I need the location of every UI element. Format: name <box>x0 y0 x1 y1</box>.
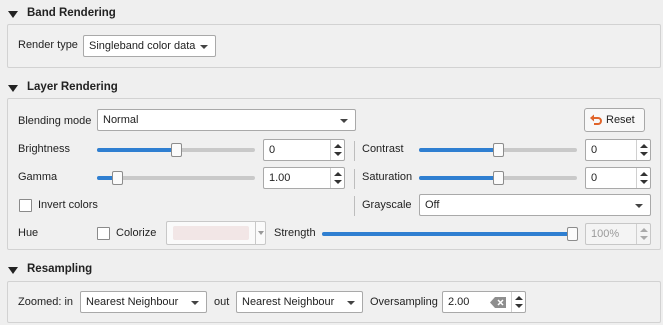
strength-value: 100% <box>591 228 620 240</box>
render-type-label: Render type <box>18 39 78 51</box>
hue-label: Hue <box>18 227 39 239</box>
chevron-down-icon <box>635 204 643 208</box>
saturation-slider[interactable] <box>419 171 577 185</box>
layer-rendering-group: Blending mode Normal Reset Brightness 0 … <box>7 98 661 250</box>
render-type-select[interactable]: Singleband color data <box>83 35 216 57</box>
colorize-checkbox[interactable] <box>97 227 110 240</box>
grayscale-select[interactable]: Off <box>419 194 651 216</box>
render-type-value: Singleband color data <box>89 40 196 52</box>
contrast-spinbox[interactable]: 0 <box>585 139 651 161</box>
brightness-fill <box>97 148 177 152</box>
saturation-label: Saturation <box>362 171 413 183</box>
spin-down-icon[interactable] <box>515 304 523 308</box>
layer-rendering-title: Layer Rendering <box>27 81 118 93</box>
spin-up-icon[interactable] <box>334 144 342 148</box>
zoomed-out-select[interactable]: Nearest Neighbour <box>236 291 363 313</box>
saturation-value: 0 <box>591 172 598 184</box>
spin-up-icon[interactable] <box>515 296 523 300</box>
collapse-triangle-icon[interactable] <box>8 267 18 274</box>
colorize-color-button[interactable] <box>166 221 266 245</box>
resampling-title: Resampling <box>27 263 93 275</box>
column-divider <box>354 141 355 161</box>
slider-handle[interactable] <box>493 143 504 157</box>
oversampling-spinbox[interactable]: 2.00 <box>442 291 526 313</box>
gamma-spinbox[interactable]: 1.00 <box>263 167 345 189</box>
reset-undo-icon <box>590 114 602 125</box>
collapse-triangle-icon[interactable] <box>8 11 18 18</box>
chevron-down-icon <box>258 231 264 235</box>
chevron-down-icon <box>191 301 199 305</box>
spin-up-icon <box>640 228 648 232</box>
band-rendering-group: Render type Singleband color data <box>7 24 661 68</box>
slider-handle[interactable] <box>171 143 182 157</box>
slider-handle[interactable] <box>112 171 123 185</box>
band-rendering-header[interactable]: Band Rendering <box>0 4 663 24</box>
strength-spinbox: 100% <box>585 223 651 245</box>
clear-backspace-icon[interactable] <box>490 297 506 308</box>
spin-up-icon[interactable] <box>640 144 648 148</box>
strength-fill <box>322 232 573 236</box>
gamma-label: Gamma <box>18 171 58 183</box>
zoomed-out-value: Nearest Neighbour <box>242 296 335 308</box>
chevron-down-icon <box>347 301 355 305</box>
reset-button[interactable]: Reset <box>584 108 645 132</box>
contrast-label: Contrast <box>362 143 404 155</box>
oversampling-value: 2.00 <box>448 296 470 308</box>
layer-rendering-header[interactable]: Layer Rendering <box>0 78 663 98</box>
gamma-value: 1.00 <box>269 172 291 184</box>
brightness-slider[interactable] <box>97 143 255 157</box>
blending-mode-value: Normal <box>103 114 139 126</box>
resampling-header[interactable]: Resampling <box>0 260 663 280</box>
grayscale-label: Grayscale <box>362 199 412 211</box>
chevron-down-icon <box>200 45 208 49</box>
zoomed-in-label: Zoomed: in <box>18 296 74 308</box>
column-divider <box>354 169 355 189</box>
strength-slider[interactable] <box>322 227 578 241</box>
blending-mode-select[interactable]: Normal <box>97 109 356 131</box>
blending-mode-label: Blending mode <box>18 115 92 127</box>
saturation-fill <box>419 176 499 180</box>
slider-handle[interactable] <box>493 171 504 185</box>
zoomed-in-value: Nearest Neighbour <box>86 296 179 308</box>
invert-colors-label: Invert colors <box>38 199 98 211</box>
saturation-spinbox[interactable]: 0 <box>585 167 651 189</box>
zoomed-out-label: out <box>214 296 230 308</box>
spin-up-icon[interactable] <box>640 172 648 176</box>
invert-colors-checkbox[interactable] <box>19 199 32 212</box>
spin-down-icon[interactable] <box>640 180 648 184</box>
column-divider <box>354 196 355 216</box>
gamma-slider[interactable] <box>97 171 255 185</box>
spin-up-icon[interactable] <box>334 172 342 176</box>
brightness-label: Brightness <box>18 143 70 155</box>
strength-label: Strength <box>274 227 316 239</box>
spin-down-icon[interactable] <box>640 152 648 156</box>
resampling-group: Zoomed: in Nearest Neighbour out Nearest… <box>7 281 661 323</box>
grayscale-value: Off <box>425 199 440 211</box>
zoomed-in-select[interactable]: Nearest Neighbour <box>80 291 207 313</box>
colorize-label: Colorize <box>116 227 157 239</box>
brightness-spinbox[interactable]: 0 <box>263 139 345 161</box>
brightness-value: 0 <box>269 144 276 156</box>
contrast-value: 0 <box>591 144 598 156</box>
slider-handle[interactable] <box>567 227 578 241</box>
spin-down-icon[interactable] <box>334 152 342 156</box>
reset-label: Reset <box>606 114 635 126</box>
spin-down-icon <box>640 236 648 240</box>
oversampling-label: Oversampling <box>370 296 438 308</box>
collapse-triangle-icon[interactable] <box>8 85 18 92</box>
contrast-fill <box>419 148 499 152</box>
chevron-down-icon <box>340 119 348 123</box>
contrast-slider[interactable] <box>419 143 577 157</box>
colorize-swatch <box>173 226 249 240</box>
band-rendering-title: Band Rendering <box>27 7 116 19</box>
spin-down-icon[interactable] <box>334 180 342 184</box>
